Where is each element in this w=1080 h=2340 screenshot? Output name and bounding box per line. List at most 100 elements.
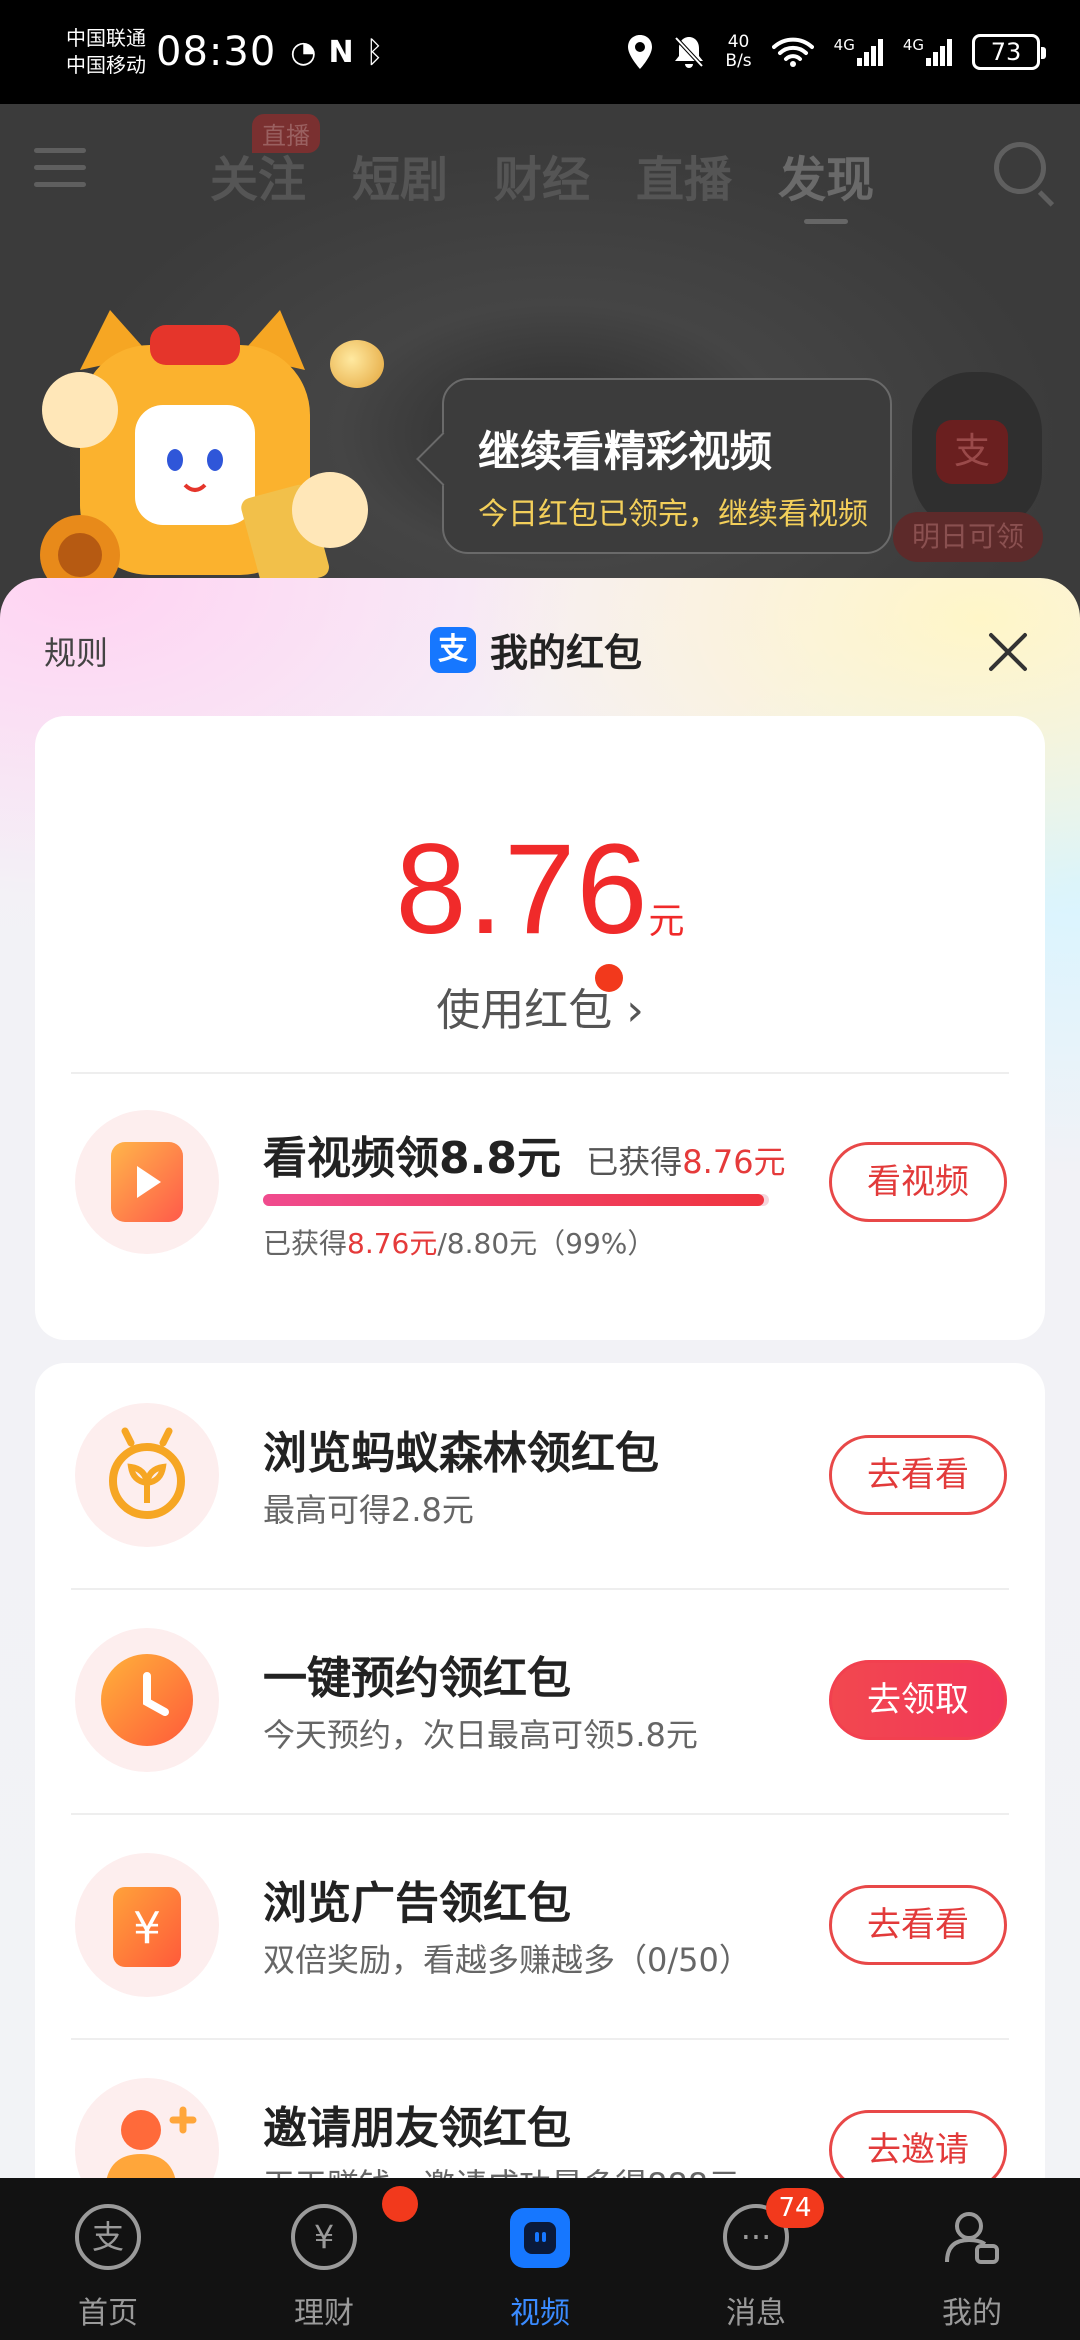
tab-label: 我的	[942, 2296, 1002, 2331]
invite-friends-button[interactable]: 去邀请	[829, 2110, 1007, 2178]
battery-level: 73	[990, 38, 1022, 66]
watch-video-task: 看视频领8.8元 已获得8.76元 已获得8.76元/8.80元（99%） 看视…	[35, 1072, 1045, 1262]
mute-bell-icon	[674, 36, 704, 68]
menu-icon[interactable]	[34, 148, 86, 188]
list-item: 浏览蚂蚁森林领红包 最高可得2.8元 去看看	[35, 1363, 1045, 1588]
balance-unit: 元	[648, 901, 685, 942]
play-video-icon	[75, 1110, 219, 1254]
notification-dot	[595, 964, 623, 992]
tab-label: 消息	[726, 2296, 786, 2331]
lucky-cat-mascot-icon	[40, 310, 368, 595]
status-bar: 中国联通 中国移动 08:30 ◔ N ᛒ 40 B/s 4G 4G 73	[0, 0, 1080, 104]
carrier-info: 中国联通 中国移动	[66, 25, 146, 79]
tab-mine[interactable]: 我的	[864, 2178, 1080, 2340]
tab-live[interactable]: 直播	[636, 140, 732, 210]
bluetooth-icon: ᛒ	[365, 34, 384, 70]
net-speed-unit: B/s	[725, 51, 752, 71]
speedometer-icon: ◔	[290, 34, 317, 70]
net-speed-value: 40	[727, 32, 750, 52]
tab-messages[interactable]: ··· 消息 74	[648, 2178, 864, 2340]
carrier-1: 中国联通	[66, 26, 146, 50]
tab-label: 理财	[294, 2296, 354, 2331]
search-icon[interactable]	[994, 142, 1046, 194]
progress-value: 8.76元	[347, 1227, 438, 1260]
battery-icon: 73	[972, 34, 1046, 70]
watch-video-button[interactable]: 看视频	[829, 1142, 1007, 1222]
svg-text:¥: ¥	[133, 1903, 161, 1954]
alipay-logo-icon: 支	[430, 626, 476, 673]
tomorrow-available-badge: 明日可领	[893, 512, 1043, 562]
gold-coin-icon	[330, 340, 384, 388]
list-item: ¥ 浏览广告领红包 双倍奖励，看越多赚越多（0/50） 去看看	[35, 1813, 1045, 2038]
sheet-header: 规则 支 我的红包	[0, 578, 1080, 728]
balance-value: 8.76	[395, 818, 649, 961]
task-subtitle: 双倍奖励，看越多赚越多（0/50）	[263, 1941, 751, 1979]
task-subtitle: 今天预约，次日最高可领5.8元	[263, 1716, 698, 1754]
yen-coin-icon: ¥	[291, 2204, 357, 2270]
signal-2-icon: 4G	[903, 38, 952, 66]
notification-dot	[382, 2186, 418, 2222]
redpacket-sheet: 规则 支 我的红包 8.76元 使用红包 › 看视频领8.8元 已获得 8.76元…	[0, 578, 1080, 2178]
user-profile-icon	[939, 2204, 1005, 2270]
location-icon	[628, 35, 653, 69]
close-icon[interactable]	[986, 630, 1030, 674]
task-title: 邀请朋友领红包	[263, 2103, 571, 2154]
task-list-card: 浏览蚂蚁森林领红包 最高可得2.8元 去看看 一键预约领红包 今天预约，次日最高…	[35, 1363, 1045, 2178]
tab-label: 首页	[78, 2296, 138, 2331]
tab-home[interactable]: 支 首页	[0, 2178, 216, 2340]
live-badge: 直播	[252, 114, 320, 153]
rules-link[interactable]: 规则	[44, 628, 108, 674]
ant-forest-icon	[75, 1403, 219, 1547]
signal-1-icon: 4G	[834, 38, 883, 66]
side-redpacket-button[interactable]: 支	[912, 372, 1042, 532]
task-title: 浏览广告领红包	[263, 1878, 571, 1929]
tab-finance[interactable]: 财经	[494, 140, 590, 210]
task-title: 一键预约领红包	[263, 1653, 571, 1704]
video-task-title: 看视频领8.8元	[263, 1133, 561, 1184]
tab-label: 视频	[510, 2296, 570, 2331]
redpacket-icon: 支	[936, 420, 1008, 484]
balance-card: 8.76元 使用红包 › 看视频领8.8元 已获得8.76元 已获得8.76元/…	[35, 716, 1045, 1340]
carrier-2: 中国移动	[66, 53, 146, 77]
top-nav: 关注 短剧 财经 直播 发现	[0, 104, 1080, 234]
net-speed: 40 B/s	[725, 33, 751, 71]
tooltip-subtitle: 今日红包已领完，继续看视频	[478, 497, 868, 532]
bottom-tab-bar: 支 首页 ¥ 理财 视频 ··· 消息 74 我的	[0, 2178, 1080, 2340]
invite-user-icon	[75, 2078, 219, 2178]
video-task-progress	[263, 1194, 769, 1206]
video-task-earned-value: 8.76元	[682, 1143, 786, 1181]
wifi-icon	[771, 37, 814, 67]
task-subtitle: 最高可得2.8元	[263, 1491, 474, 1529]
list-item: 一键预约领红包 今天预约，次日最高可领5.8元 去领取	[35, 1588, 1045, 1813]
video-task-progress-fill	[263, 1194, 764, 1206]
sheet-title: 支 我的红包	[430, 622, 642, 677]
tab-video[interactable]: 视频	[432, 2178, 648, 2340]
list-item: 邀请朋友领红包 天天赚钱，邀请成功最多得888元 去邀请	[35, 2038, 1045, 2178]
clock: 08:30	[156, 29, 277, 75]
sheet-title-text: 我的红包	[490, 631, 643, 675]
continue-watching-tooltip: 继续看精彩视频 今日红包已领完，继续看视频	[442, 378, 892, 554]
task-subtitle: 天天赚钱，邀请成功最多得888元	[263, 2160, 740, 2178]
reserve-claim-button[interactable]: 去领取	[829, 1660, 1007, 1740]
tab-wealth[interactable]: ¥ 理财	[216, 2178, 432, 2340]
balance: 8.76元	[35, 816, 1045, 963]
use-redpacket-link[interactable]: 使用红包 ›	[35, 974, 1045, 1038]
status-icons-left: ◔ N ᛒ	[290, 35, 383, 70]
yen-icon: ¥	[75, 1853, 219, 1997]
tooltip-title: 继续看精彩视频	[478, 427, 773, 476]
clock-icon	[75, 1628, 219, 1772]
ant-forest-button[interactable]: 去看看	[829, 1435, 1007, 1515]
progress-rest: /8.80元（99%）	[437, 1227, 656, 1260]
signal-2-label: 4G	[902, 36, 924, 54]
message-count-badge: 74	[766, 2188, 824, 2228]
status-icons-right: 40 B/s 4G 4G 73	[627, 33, 1046, 71]
nfc-icon: N	[328, 34, 354, 70]
browse-ads-button[interactable]: 去看看	[829, 1885, 1007, 1965]
task-title: 看视频领8.8元 已获得8.76元	[263, 1122, 786, 1186]
alipay-home-icon: 支	[75, 2204, 141, 2270]
tab-short-drama[interactable]: 短剧	[352, 140, 448, 210]
video-task-earned-prefix: 已获得	[586, 1143, 683, 1181]
signal-1-label: 4G	[833, 36, 855, 54]
tab-discover[interactable]: 发现	[778, 140, 874, 224]
video-task-progress-text: 已获得8.76元/8.80元（99%）	[263, 1222, 655, 1262]
